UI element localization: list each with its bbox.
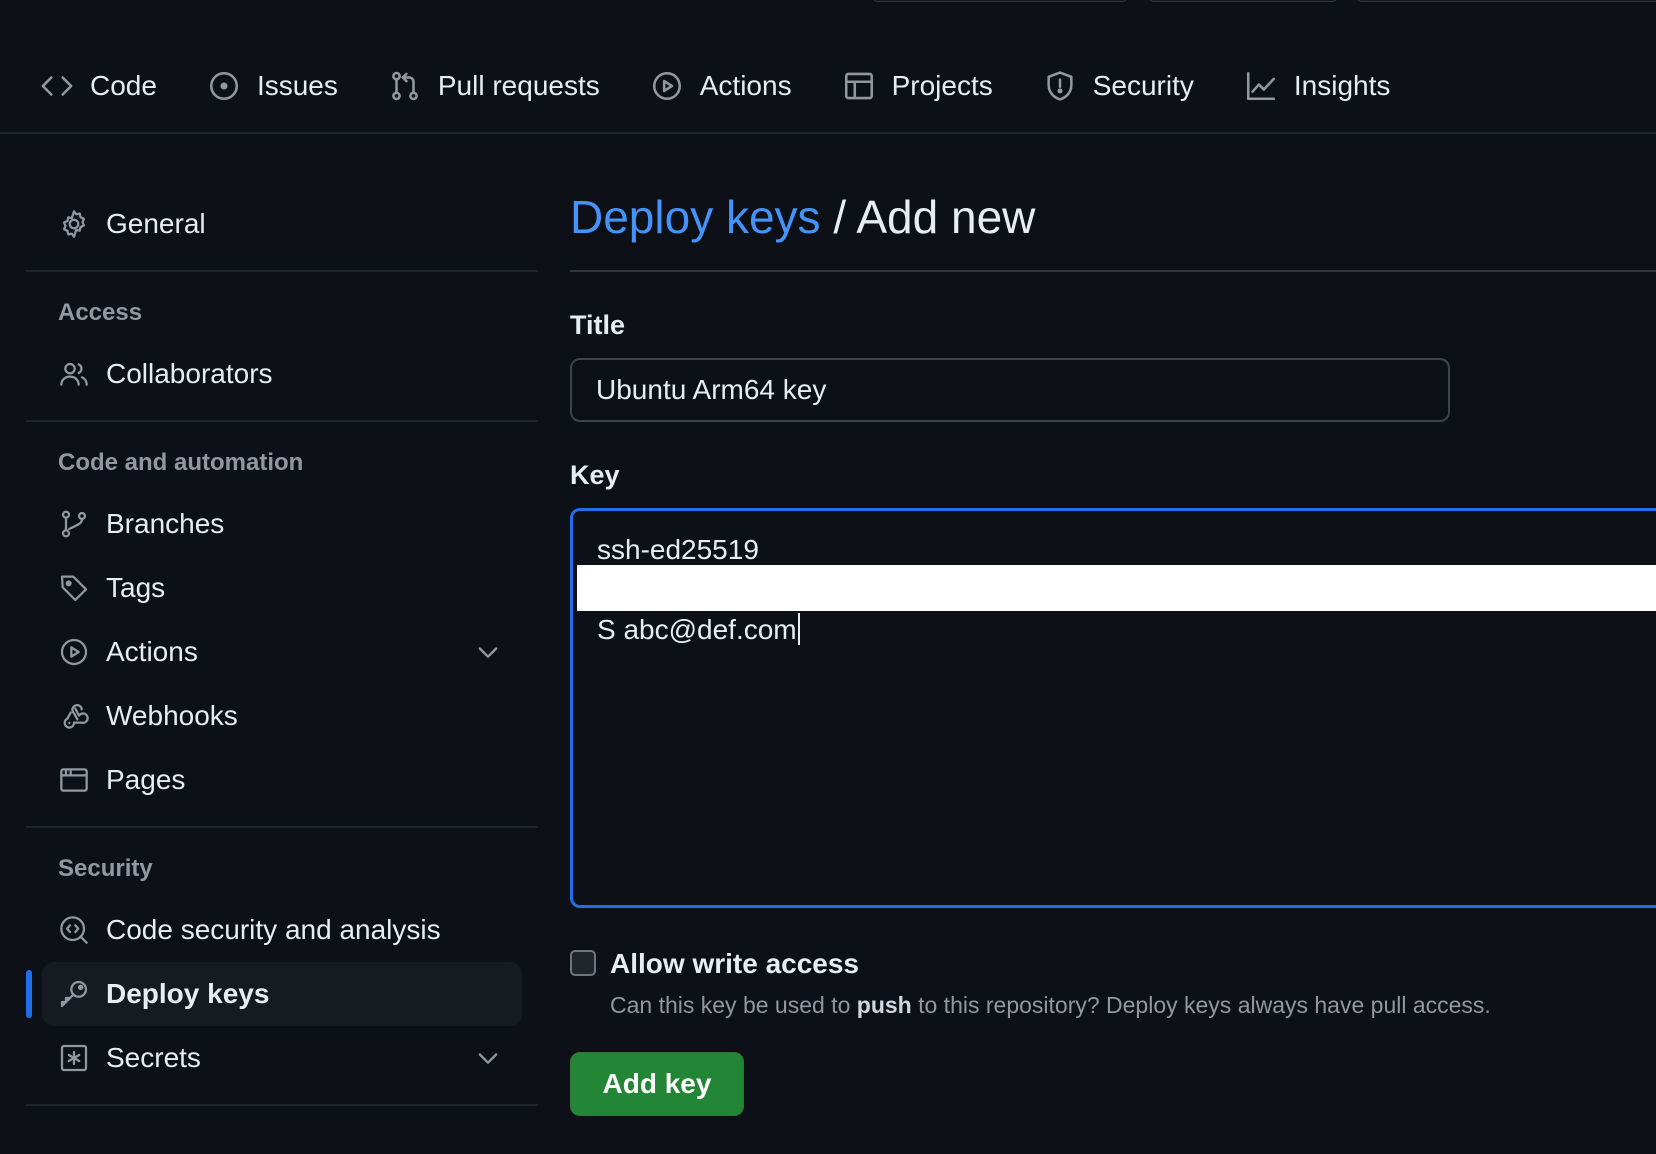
- tab-label: Projects: [891, 70, 993, 101]
- sidebar-divider: [26, 826, 538, 828]
- tab-label: Security: [1092, 70, 1194, 101]
- header-button-stub[interactable]: [1148, 0, 1338, 2]
- sidebar-item-label: Tags: [106, 572, 166, 603]
- write-access-checkbox[interactable]: [570, 950, 596, 976]
- add-key-button[interactable]: Add key: [570, 1052, 744, 1116]
- key-text-line: ssh-ed25519: [597, 534, 759, 565]
- breadcrumb-link-deploy-keys[interactable]: Deploy keys: [570, 191, 821, 243]
- breadcrumb-separator: /: [820, 191, 857, 243]
- help-text: to this repository? Deploy keys always h…: [911, 992, 1491, 1018]
- sidebar-item-label: Deploy keys: [106, 978, 270, 1009]
- sidebar-item-branches[interactable]: Branches: [26, 492, 538, 556]
- code-icon: [40, 69, 74, 103]
- sidebar-item-collaborators[interactable]: Collaborators: [26, 342, 538, 406]
- write-access-row: Allow write access: [570, 944, 1656, 984]
- people-icon: [58, 358, 90, 390]
- write-access-help: Can this key be used to push to this rep…: [610, 990, 1656, 1020]
- tab-label: Insights: [1293, 70, 1391, 101]
- sidebar-item-deploy-keys[interactable]: Deploy keys: [26, 962, 522, 1026]
- repo-nav: Code Issues Pull requests Actions Projec…: [0, 0, 1656, 134]
- tab-label: Actions: [699, 70, 792, 101]
- sidebar-divider: [26, 420, 538, 422]
- tab-actions[interactable]: Actions: [650, 69, 792, 103]
- graph-icon: [1244, 69, 1278, 103]
- tab-issues[interactable]: Issues: [207, 69, 338, 103]
- webhook-icon: [58, 700, 90, 732]
- key-icon: [58, 978, 90, 1010]
- tag-icon: [58, 572, 90, 604]
- active-indicator: [26, 970, 32, 1018]
- tab-code[interactable]: Code: [40, 69, 157, 103]
- sidebar-item-secrets[interactable]: Secrets: [26, 1026, 538, 1090]
- sidebar-item-label: Branches: [106, 508, 225, 539]
- sidebar-divider: [26, 270, 538, 272]
- tab-pull-requests[interactable]: Pull requests: [388, 69, 600, 103]
- sidebar-item-label: Secrets: [106, 1042, 201, 1073]
- help-text: Can this key be used to: [610, 992, 857, 1018]
- sidebar-item-pages[interactable]: Pages: [26, 748, 538, 812]
- repo-tabs: Code Issues Pull requests Actions Projec…: [40, 62, 1440, 110]
- key-text-comment: S abc@def.com: [597, 614, 797, 645]
- shield-icon: [1043, 69, 1077, 103]
- main-content: Deploy keys / Add new Title Key ssh-ed25…: [570, 186, 1656, 1116]
- sidebar-item-webhooks[interactable]: Webhooks: [26, 684, 538, 748]
- header-button-stub[interactable]: [872, 0, 1128, 2]
- branch-icon: [58, 508, 90, 540]
- tab-projects[interactable]: Projects: [842, 69, 993, 103]
- title-label: Title: [570, 310, 626, 340]
- play-icon: [650, 69, 684, 103]
- sidebar-item-label: Collaborators: [106, 358, 273, 389]
- sidebar-item-label: Actions: [106, 636, 198, 667]
- tab-label: Code: [90, 70, 157, 101]
- sidebar-item-label: Pages: [106, 764, 186, 795]
- pull-request-icon: [388, 69, 422, 103]
- play-icon: [58, 636, 90, 668]
- sidebar-section-code-automation: Code and automation: [58, 449, 304, 476]
- key-textarea[interactable]: ssh-ed25519 S abc@def.com: [570, 508, 1656, 908]
- help-text-bold: push: [856, 992, 912, 1018]
- sidebar-item-label: Webhooks: [106, 700, 238, 731]
- write-access-label[interactable]: Allow write access: [610, 944, 859, 984]
- key-label: Key: [570, 460, 620, 490]
- text-caret: [797, 613, 800, 645]
- redacted-key-block: [577, 565, 1656, 611]
- gear-icon: [58, 208, 90, 240]
- asterisk-icon: [58, 1042, 90, 1074]
- title-input[interactable]: [570, 358, 1450, 422]
- page-title: Deploy keys / Add new: [570, 186, 1656, 272]
- sidebar-item-general[interactable]: General: [26, 192, 538, 256]
- header-button-stub[interactable]: [1356, 0, 1656, 2]
- sidebar-item-actions[interactable]: Actions: [26, 620, 538, 684]
- tab-security[interactable]: Security: [1043, 69, 1194, 103]
- key-text-line: S abc@def.com: [597, 613, 800, 647]
- settings-sidebar: General Access Collaborators Code and au…: [26, 192, 538, 1106]
- issue-icon: [207, 69, 241, 103]
- browser-icon: [58, 764, 90, 796]
- sidebar-item-label: Code security and analysis: [106, 914, 441, 945]
- tab-insights[interactable]: Insights: [1244, 69, 1391, 103]
- tab-label: Issues: [256, 70, 338, 101]
- table-icon: [842, 69, 876, 103]
- breadcrumb-current: Add new: [856, 191, 1036, 243]
- chevron-down-icon[interactable]: [474, 638, 502, 666]
- chevron-down-icon[interactable]: [474, 1044, 502, 1072]
- codescan-icon: [58, 914, 90, 946]
- sidebar-item-label: General: [106, 208, 206, 239]
- sidebar-item-tags[interactable]: Tags: [26, 556, 538, 620]
- sidebar-section-access: Access: [58, 299, 143, 326]
- sidebar-item-code-security[interactable]: Code security and analysis: [26, 898, 538, 962]
- sidebar-divider: [26, 1104, 538, 1106]
- tab-label: Pull requests: [437, 70, 600, 101]
- sidebar-section-security: Security: [58, 855, 153, 882]
